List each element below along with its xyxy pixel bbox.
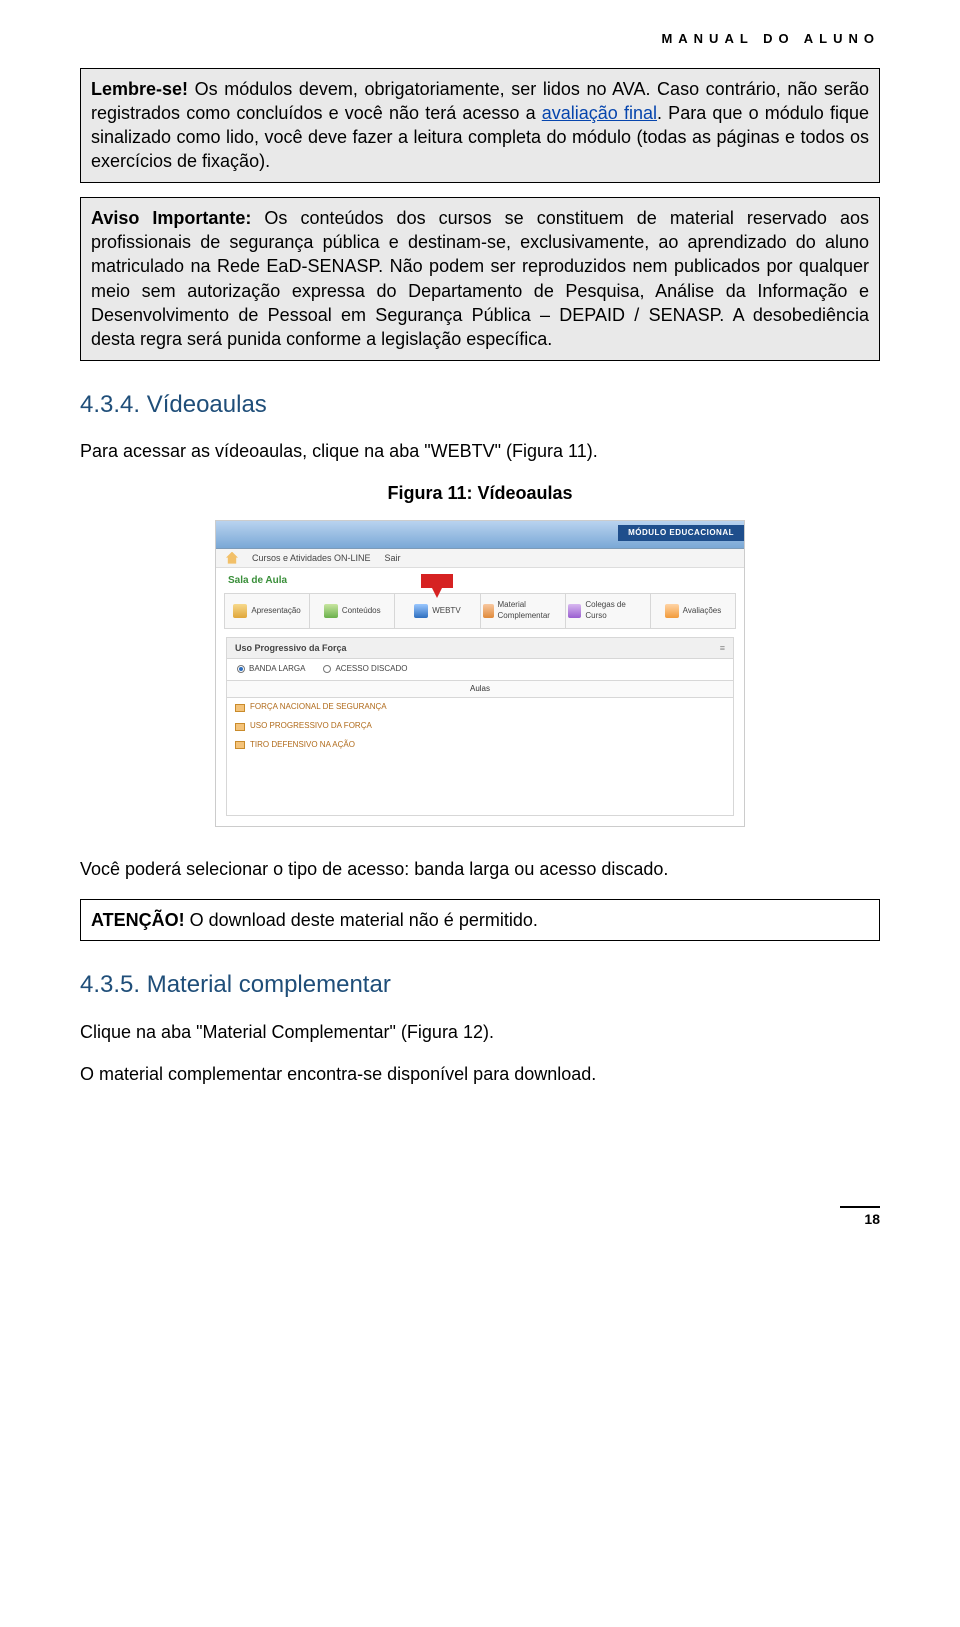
notice-box-aviso: Aviso Importante: Os conteúdos dos curso… — [80, 197, 880, 361]
webtv-icon — [414, 604, 428, 618]
menu-cursos[interactable]: Cursos e Atividades ON-LINE — [252, 552, 371, 564]
after-figure-text: Você poderá selecionar o tipo de acesso:… — [80, 857, 880, 881]
radio-banda-larga[interactable]: BANDA LARGA — [237, 664, 305, 675]
radio-acesso-discado[interactable]: ACESSO DISCADO — [323, 664, 407, 675]
notice-label: Lembre-se! — [91, 79, 188, 99]
access-type-row: BANDA LARGA ACESSO DISCADO — [226, 659, 734, 681]
radio-label: ACESSO DISCADO — [335, 664, 407, 675]
aulas-header: Aulas — [226, 681, 734, 699]
tab-webtv[interactable]: WEBTV — [395, 594, 480, 628]
list-item-label: TIRO DEFENSIVO NA AÇÃO — [250, 740, 355, 751]
section-435-p2: O material complementar encontra-se disp… — [80, 1062, 880, 1086]
radio-icon — [237, 665, 245, 673]
radio-label: BANDA LARGA — [249, 664, 305, 675]
material-icon — [483, 604, 494, 618]
sala-de-aula-label: Sala de Aula — [216, 568, 744, 590]
tab-conteudos[interactable]: Conteúdos — [310, 594, 395, 628]
presentation-icon — [233, 604, 247, 618]
tabs-row: Apresentação Conteúdos WEBTV Material Co… — [224, 593, 736, 629]
tab-label: Avaliações — [683, 606, 722, 617]
menu-sair[interactable]: Sair — [385, 552, 401, 564]
section-434-title: 4.3.4. Vídeoaulas — [80, 389, 880, 421]
arrow-icon — [430, 584, 444, 598]
list-item-label: FORÇA NACIONAL DE SEGURANÇA — [250, 702, 387, 713]
panel-title-bar: Uso Progressivo da Força ≡ — [226, 637, 734, 659]
figure-11-caption: Figura 11: Vídeoaulas — [80, 481, 880, 505]
tab-apresentacao[interactable]: Apresentação — [225, 594, 310, 628]
aviso-text: Os conteúdos dos cursos se constituem de… — [91, 208, 869, 349]
tab-label: Material Complementar — [498, 600, 563, 622]
content-icon — [324, 604, 338, 618]
app-menu-bar: Cursos e Atividades ON-LINE Sair — [216, 549, 744, 568]
avaliacao-final-link[interactable]: avaliação final — [542, 103, 657, 123]
list-item[interactable]: TIRO DEFENSIVO NA AÇÃO — [227, 736, 733, 755]
modulo-educacional-badge: MÓDULO EDUCACIONAL — [618, 525, 744, 542]
film-icon — [235, 704, 245, 712]
list-item[interactable]: USO PROGRESSIVO DA FORÇA — [227, 717, 733, 736]
app-header-bar: MÓDULO EDUCACIONAL — [216, 521, 744, 549]
document-header: MANUAL DO ALUNO — [80, 30, 880, 48]
avaliacoes-icon — [665, 604, 679, 618]
aviso-label: Aviso Importante: — [91, 208, 251, 228]
atencao-label: ATENÇÃO! — [91, 910, 185, 930]
page-number: 18 — [840, 1206, 880, 1229]
atencao-text: O download deste material não é permitid… — [185, 910, 538, 930]
figure-11-screenshot: MÓDULO EDUCACIONAL Cursos e Atividades O… — [215, 520, 745, 827]
tab-avaliacoes[interactable]: Avaliações — [651, 594, 735, 628]
film-icon — [235, 741, 245, 749]
colegas-icon — [568, 604, 582, 618]
list-item-label: USO PROGRESSIVO DA FORÇA — [250, 721, 372, 732]
section-435-title: 4.3.5. Material complementar — [80, 969, 880, 1001]
atencao-box: ATENÇÃO! O download deste material não é… — [80, 899, 880, 941]
notice-box-lembre: Lembre-se! Os módulos devem, obrigatoria… — [80, 68, 880, 183]
tab-colegas[interactable]: Colegas de Curso — [566, 594, 651, 628]
tab-material-complementar[interactable]: Material Complementar — [481, 594, 566, 628]
film-icon — [235, 723, 245, 731]
home-icon[interactable] — [226, 552, 238, 564]
panel-menu-icon[interactable]: ≡ — [720, 642, 725, 654]
section-434-intro: Para acessar as vídeoaulas, clique na ab… — [80, 439, 880, 463]
tab-label: Colegas de Curso — [585, 600, 648, 622]
section-435-p1: Clique na aba "Material Complementar" (F… — [80, 1020, 880, 1044]
list-item[interactable]: FORÇA NACIONAL DE SEGURANÇA — [227, 698, 733, 717]
aulas-list: FORÇA NACIONAL DE SEGURANÇA USO PROGRESS… — [226, 698, 734, 815]
tab-label: Apresentação — [251, 606, 300, 617]
panel-title-text: Uso Progressivo da Força — [235, 642, 347, 654]
radio-icon — [323, 665, 331, 673]
tab-label: WEBTV — [432, 606, 460, 617]
tab-label: Conteúdos — [342, 606, 381, 617]
